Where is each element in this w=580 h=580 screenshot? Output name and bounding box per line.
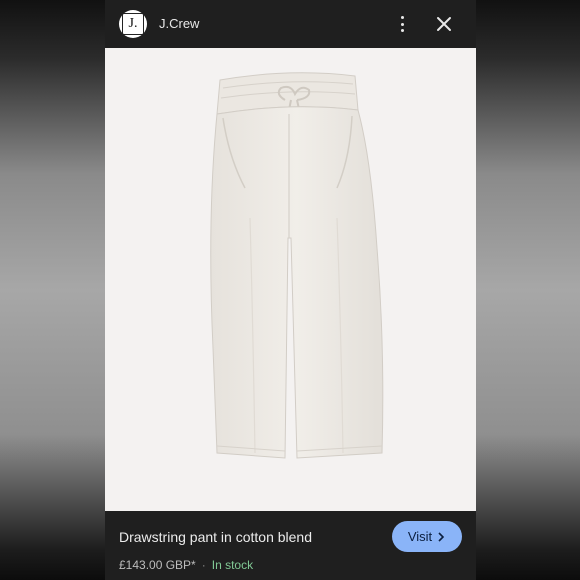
more-vert-icon[interactable] — [396, 14, 408, 34]
pants-illustration — [210, 72, 384, 459]
meta-separator: · — [201, 558, 206, 572]
product-image[interactable] — [105, 48, 476, 511]
product-title[interactable]: Drawstring pant in cotton blend — [119, 529, 312, 545]
brand-name[interactable]: J.Crew — [159, 16, 199, 31]
product-meta: £143.00 GBP* · In stock — [119, 558, 253, 572]
product-price: £143.00 GBP* — [119, 558, 196, 572]
background-blur-left — [0, 0, 105, 580]
close-icon[interactable] — [435, 15, 453, 33]
product-info: Drawstring pant in cotton blend Visit £1… — [105, 511, 476, 580]
chevron-right-icon — [438, 531, 445, 542]
viewer-header: J. J.Crew — [105, 0, 476, 48]
brand-logo-text: J. — [122, 13, 144, 35]
brand-logo[interactable]: J. — [119, 10, 147, 38]
visit-button-label: Visit — [407, 529, 433, 544]
stock-status: In stock — [211, 558, 254, 572]
background-blur-right — [475, 0, 580, 580]
visit-button[interactable]: Visit — [392, 521, 462, 552]
image-viewer-panel: J. J.Crew Drawstring pant in cotton blen… — [105, 0, 476, 580]
